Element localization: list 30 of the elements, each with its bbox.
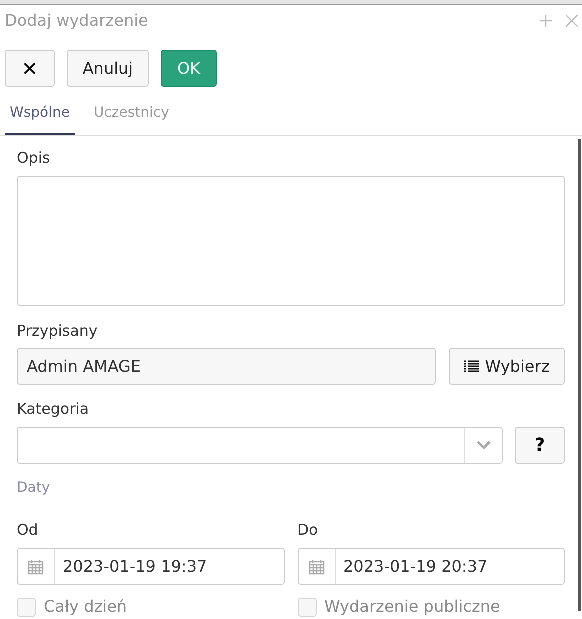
date-value: 2023-01-19 19:37	[62, 556, 208, 578]
tab[interactable]: Wspólne	[5, 103, 75, 135]
checkbox[interactable]	[17, 598, 36, 616]
cancel-button[interactable]: Anuluj	[67, 50, 149, 87]
close-icon[interactable]	[566, 15, 578, 28]
window-title: Dodaj wydarzenie	[5, 10, 150, 32]
description-field[interactable]	[17, 176, 565, 306]
calendar-icon	[28, 558, 44, 574]
help-button[interactable]: ?	[515, 426, 565, 464]
field-label: Przypisany	[17, 320, 99, 342]
checkbox-label: Cały dzień	[44, 596, 128, 618]
category-select[interactable]	[17, 426, 503, 464]
date-value: 2023-01-19 20:37	[342, 556, 489, 578]
field-label: Opis	[17, 148, 52, 169]
scrollbar[interactable]	[578, 139, 581, 611]
chevron-down-icon	[476, 440, 490, 450]
checkbox[interactable]	[298, 598, 316, 616]
field-label: Od	[17, 520, 40, 540]
assigned-field[interactable]: Admin AMAGE	[17, 348, 436, 385]
date-field[interactable]: 2023-01-19 19:37	[17, 548, 284, 585]
calendar-icon	[308, 558, 324, 574]
close-button[interactable]: ✕	[5, 50, 55, 87]
section-heading: Daty	[17, 478, 52, 498]
add-icon[interactable]	[540, 15, 552, 28]
field-label: Do	[298, 520, 320, 540]
choose-button[interactable]: Wybierz	[449, 348, 565, 385]
date-field[interactable]: 2023-01-19 20:37	[298, 548, 565, 585]
list-icon	[464, 360, 480, 373]
field-label: Kategoria	[17, 399, 90, 420]
checkbox-label: Wydarzenie publiczne	[324, 596, 500, 618]
